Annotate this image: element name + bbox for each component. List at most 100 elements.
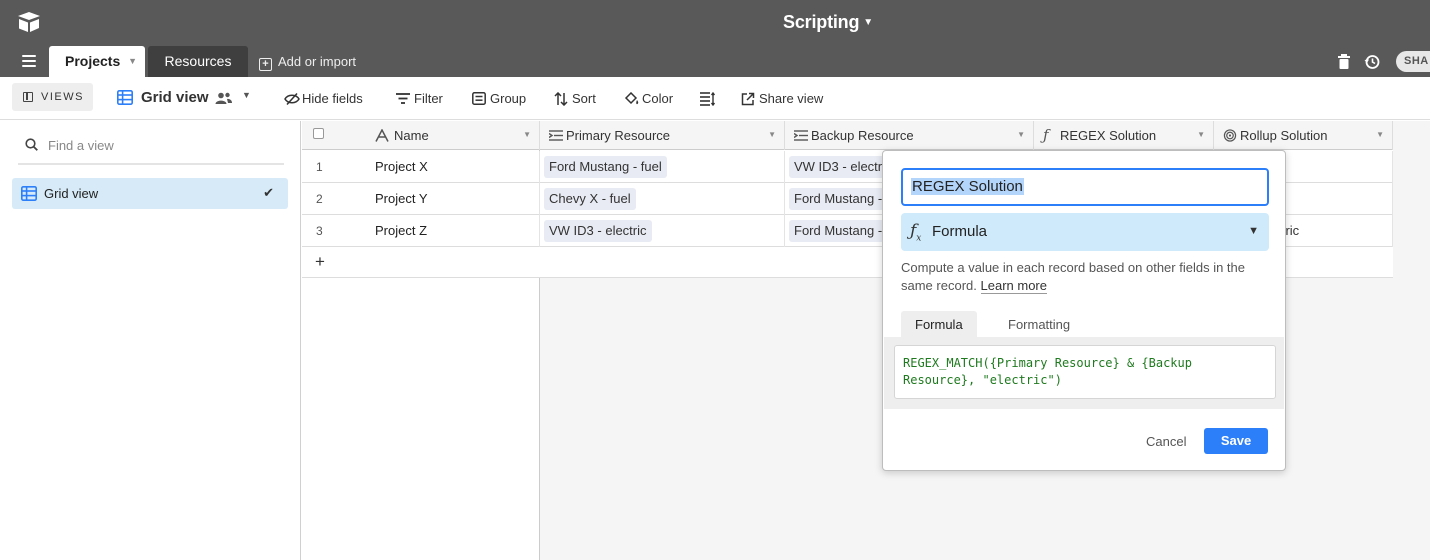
grid-header-row: Name ▼ Primary Resource ▼ Backup Resourc… [302, 121, 1393, 150]
linked-record-pill[interactable]: Ford Mustang - fuel [544, 156, 667, 178]
primary-cell[interactable]: 2 Project Y [302, 183, 540, 215]
add-or-import-button[interactable]: + Add or import [259, 46, 356, 77]
sort-icon [554, 92, 568, 106]
tab-formatting[interactable]: Formatting [994, 311, 1084, 339]
group-icon [472, 92, 486, 105]
plus-icon: + [259, 58, 272, 71]
tab-resources[interactable]: Resources [148, 46, 248, 77]
sidebar-item-label: Grid view [44, 186, 99, 201]
base-name: Scripting [783, 12, 860, 32]
sidebar-item-grid-view[interactable]: Grid view ✔ [12, 178, 288, 209]
chevron-down-icon[interactable]: ▼ [1197, 130, 1205, 139]
formula-tabs: Formula Formatting [892, 311, 1278, 339]
record-name: Project Z [375, 223, 428, 238]
chevron-down-icon[interactable]: ▼ [1376, 130, 1384, 139]
formula-text: REGEX_MATCH({Primary Resource} & {Backup… [903, 356, 1200, 387]
grid-view-icon [21, 186, 37, 201]
share-button[interactable]: SHA [1396, 51, 1430, 72]
chevron-down-icon[interactable]: ▼ [242, 90, 251, 100]
trash-icon[interactable] [1338, 54, 1350, 69]
row-height-icon [700, 92, 715, 106]
field-name-input[interactable]: REGEX Solution [901, 168, 1269, 206]
row-number: 1 [316, 160, 323, 174]
sidebar-toggle-icon [23, 92, 33, 102]
primary-resource-cell[interactable]: VW ID3 - electric [540, 215, 785, 247]
column-header-label: Backup Resource [811, 128, 914, 143]
field-type-select[interactable]: ƒx Formula ▼ [901, 213, 1269, 251]
chevron-down-icon[interactable]: ▼ [1017, 130, 1025, 139]
hide-fields-icon [284, 92, 300, 106]
description-text: Compute a value in each record based on … [901, 260, 1245, 293]
checkmark-icon: ✔ [263, 185, 274, 200]
row-number: 2 [316, 192, 323, 206]
column-header-label: Name [394, 128, 429, 143]
formula-field-icon: ƒ [1043, 126, 1049, 144]
group-label: Group [490, 91, 527, 106]
views-sidebar: Find a view Grid view ✔ [0, 121, 301, 560]
record-name: Project X [375, 159, 428, 174]
rollup-field-icon [1223, 129, 1237, 142]
search-icon [25, 138, 38, 151]
top-bar: Scripting ▼ Projects ▼ Resources + Add or … [0, 0, 1430, 77]
plus-icon[interactable]: + [315, 252, 325, 272]
hide-fields-label: Hide fields [302, 91, 363, 106]
tab-projects[interactable]: Projects ▼ [49, 46, 145, 77]
linked-record-pill[interactable]: Chevy X - fuel [544, 188, 636, 210]
column-header-name[interactable]: Name ▼ [302, 121, 540, 150]
field-type-label: Formula [932, 223, 988, 240]
linked-record-pill[interactable]: VW ID3 - electric [544, 220, 652, 242]
primary-cell[interactable]: 3 Project Z [302, 215, 540, 247]
hamburger-menu-icon[interactable] [22, 55, 36, 67]
chevron-down-icon[interactable]: ▼ [768, 130, 776, 139]
column-header-label: Primary Resource [566, 128, 671, 143]
share-view-icon [741, 92, 755, 106]
base-title[interactable]: Scripting ▼ [0, 12, 1430, 33]
views-toggle-button[interactable]: VIEWS [12, 83, 93, 111]
collaborative-view-icon [215, 92, 232, 104]
view-bar: VIEWS Grid view ▼ Hide fields Filter Gro… [0, 77, 1430, 120]
cancel-button[interactable]: Cancel [1146, 434, 1186, 449]
history-icon[interactable] [1364, 54, 1380, 70]
field-name-value: REGEX Solution [911, 178, 1024, 195]
learn-more-link[interactable]: Learn more [980, 278, 1047, 294]
tab-label: Projects [65, 53, 121, 69]
formula-icon: ƒx [910, 221, 922, 244]
primary-resource-cell[interactable]: Ford Mustang - fuel [540, 151, 785, 183]
record-name: Project Y [375, 191, 428, 206]
filter-icon [396, 93, 410, 104]
chevron-down-icon[interactable]: ▼ [128, 46, 137, 77]
column-header-regex-solution[interactable]: ƒ REGEX Solution ▼ [1034, 121, 1214, 150]
column-header-rollup-solution[interactable]: Rollup Solution ▼ [1214, 121, 1393, 150]
paint-bucket-icon [624, 92, 639, 105]
row-number: 3 [316, 224, 323, 238]
linked-record-pill[interactable]: Ford Mustang - [789, 220, 888, 242]
primary-cell[interactable]: 1 Project X [302, 151, 540, 183]
linked-record-pill[interactable]: VW ID3 - electr [789, 156, 888, 178]
save-button[interactable]: Save [1204, 428, 1268, 454]
add-or-import-label: Add or import [278, 54, 357, 69]
chevron-down-icon: ▼ [1248, 225, 1259, 237]
sort-label: Sort [572, 91, 596, 106]
field-type-description: Compute a value in each record based on … [901, 259, 1271, 295]
link-field-icon [794, 130, 808, 141]
find-view-input[interactable]: Find a view [18, 131, 284, 165]
column-header-primary-resource[interactable]: Primary Resource ▼ [540, 121, 785, 150]
link-field-icon [549, 130, 563, 141]
share-view-label: Share view [759, 91, 824, 106]
filter-label: Filter [414, 91, 443, 106]
column-header-backup-resource[interactable]: Backup Resource ▼ [785, 121, 1034, 150]
linked-record-pill[interactable]: Ford Mustang - [789, 188, 888, 210]
current-view-label: Grid view [141, 89, 209, 106]
select-all-checkbox[interactable] [313, 128, 324, 139]
views-label: VIEWS [41, 91, 84, 103]
tab-formula[interactable]: Formula [901, 311, 977, 339]
formula-editor[interactable]: REGEX_MATCH({Primary Resource} & {Backup… [894, 345, 1276, 399]
chevron-down-icon[interactable]: ▼ [523, 130, 531, 139]
primary-resource-cell[interactable]: Chevy X - fuel [540, 183, 785, 215]
grid-view-icon [117, 90, 133, 105]
tab-label: Resources [164, 53, 232, 69]
color-label: Color [642, 91, 674, 106]
field-editor-dialog: REGEX Solution ƒx Formula ▼ Compute a va… [882, 150, 1286, 471]
chevron-down-icon: ▼ [863, 17, 873, 28]
column-header-label: Rollup Solution [1240, 128, 1328, 143]
